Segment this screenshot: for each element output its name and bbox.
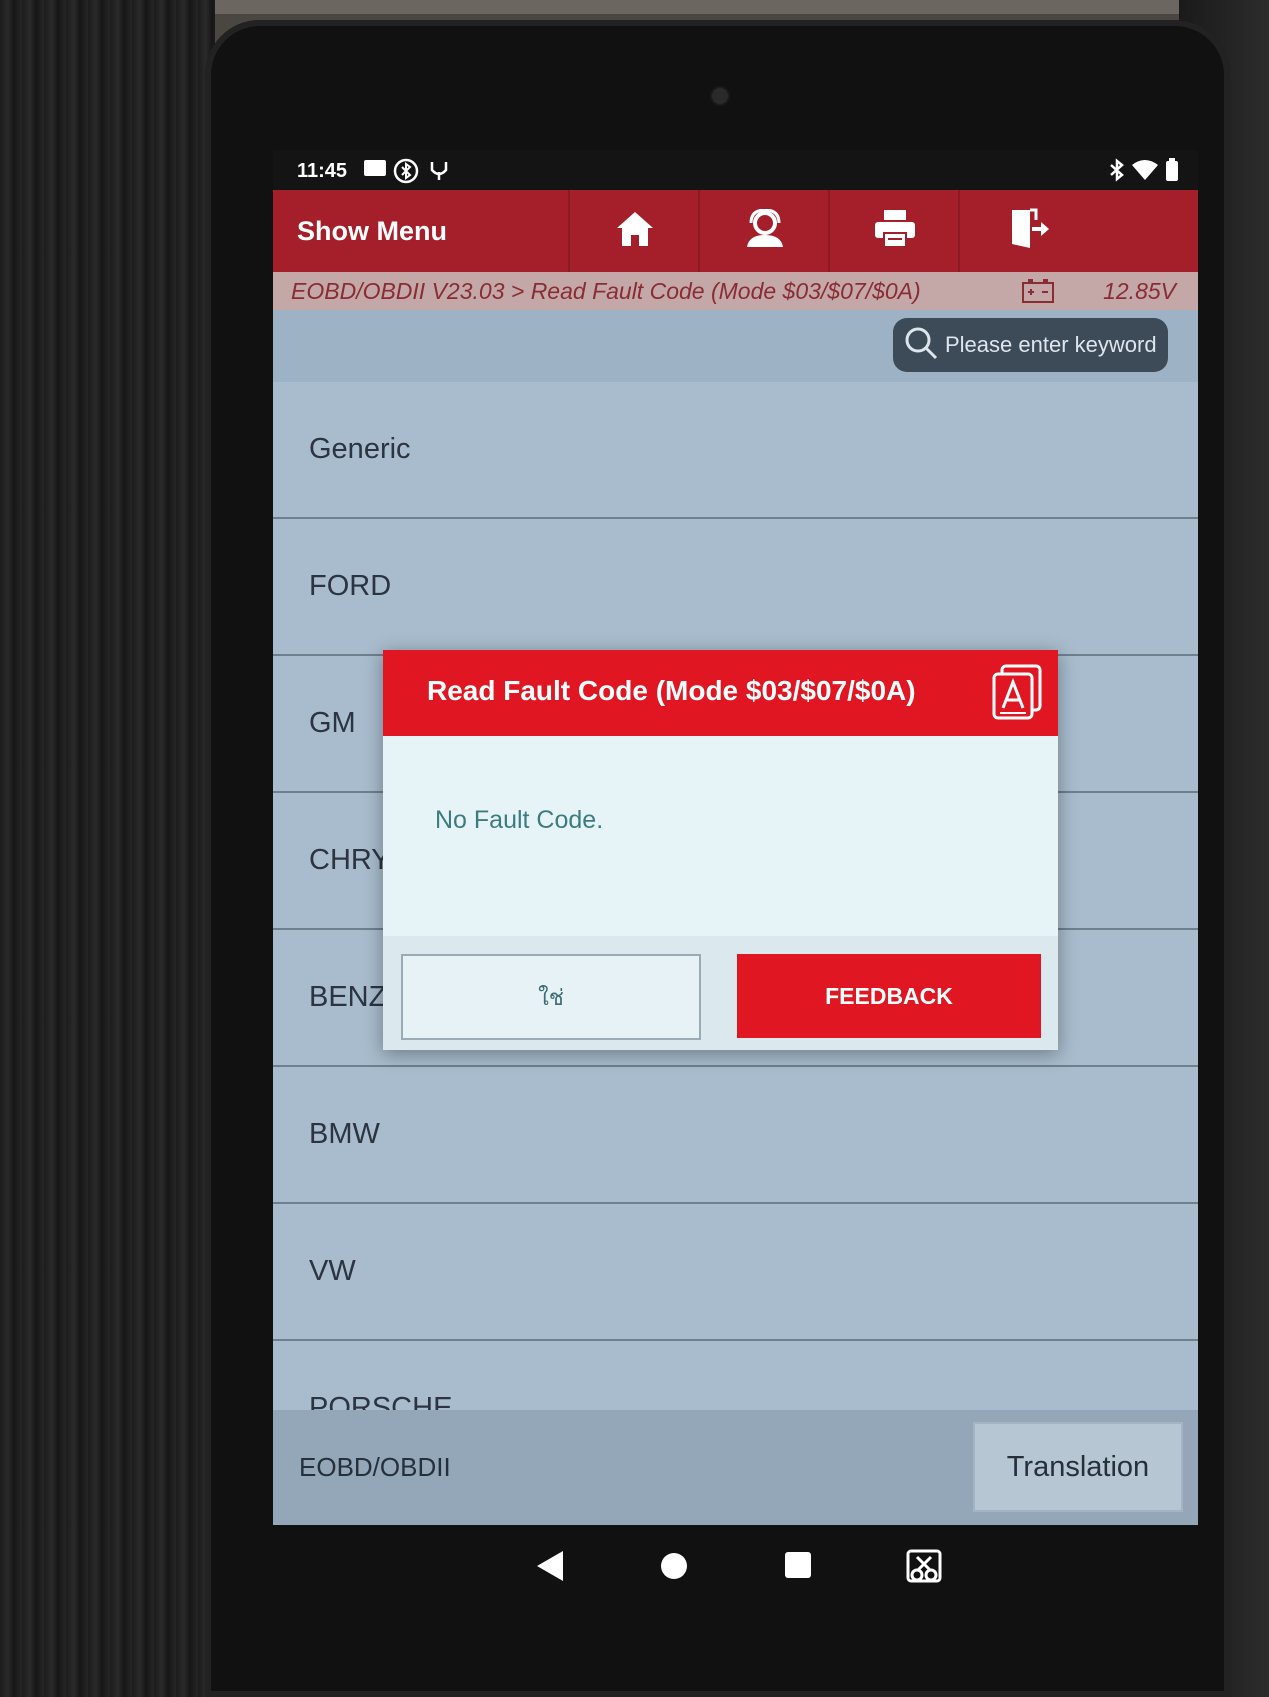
dialog-overlay: Read Fault Code (Mode $03/$07/$0A) No Fa…	[273, 150, 1198, 1525]
back-icon[interactable]	[535, 1549, 565, 1588]
home-circle-icon[interactable]	[658, 1549, 690, 1586]
translate-icon[interactable]	[990, 664, 1044, 720]
screenshot-icon[interactable]	[906, 1549, 942, 1590]
dialog-title: Read Fault Code (Mode $03/$07/$0A)	[427, 675, 916, 706]
dialog-message: No Fault Code.	[435, 806, 604, 834]
recents-icon[interactable]	[783, 1549, 813, 1586]
feedback-button[interactable]: FEEDBACK	[737, 954, 1041, 1038]
dialog-footer: ใช่ FEEDBACK	[383, 936, 1058, 1050]
yes-button[interactable]: ใช่	[401, 954, 701, 1040]
fault-code-dialog: Read Fault Code (Mode $03/$07/$0A) No Fa…	[383, 650, 1058, 1050]
navigation-bar	[273, 1525, 1198, 1605]
front-camera	[712, 88, 728, 104]
dialog-header: Read Fault Code (Mode $03/$07/$0A)	[383, 650, 1058, 736]
dialog-body: No Fault Code.	[383, 736, 1058, 936]
device-case-left	[0, 0, 215, 1697]
screen: 11:45 Show Menu EOBD/OBDII V23.03 > Read…	[273, 150, 1198, 1525]
